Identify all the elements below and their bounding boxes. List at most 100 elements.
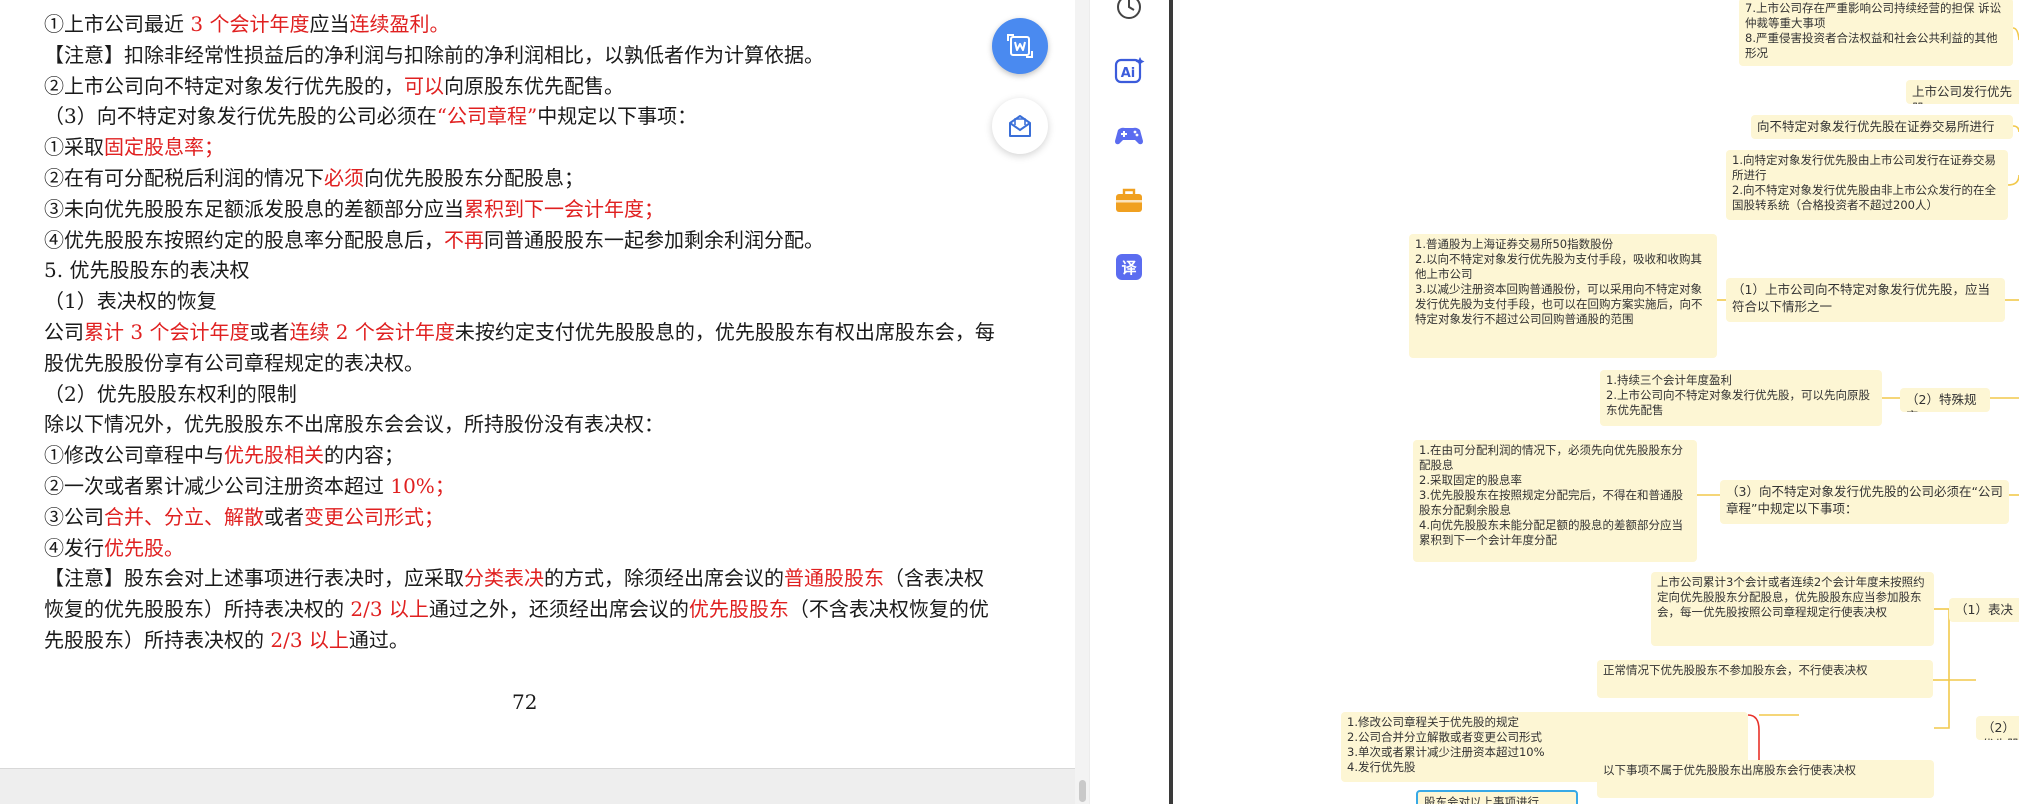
document-text-line: 股优先股股份享有公司章程规定的表决权。	[44, 348, 424, 378]
document-text-line: 恢复的优先股股东）所持表决权的 2/3 以上通过之外，还须经出席会议的优先股股东…	[44, 594, 989, 624]
text-span: 的方式，除须经出席会议的	[544, 566, 784, 591]
highlighted-text: 优先股。	[104, 535, 184, 560]
highlighted-text: 合并、分立、解散	[104, 504, 264, 529]
text-span: 通过之外，还须经出席会议的	[428, 597, 689, 622]
game-controller-icon[interactable]	[1112, 118, 1146, 152]
text-span: ②在有可分配税后利润的情况下	[44, 166, 324, 190]
mindmap-node[interactable]: 上市公司发行优先股	[1906, 80, 2019, 104]
document-text-line: 先股股东）所持表决权的 2/3 以上通过。	[44, 625, 409, 655]
text-span: 中规定以下事项：	[537, 104, 698, 129]
text-span: ①上市公司最近	[44, 12, 191, 36]
mindmap-node-selected[interactable]: 股东会对以上事项进行	[1416, 790, 1578, 804]
highlighted-text: 连续 2 个会计年度	[289, 320, 455, 344]
text-span: ③未向优先股股东足额派发股息的差额部分应当	[44, 196, 464, 221]
text-span: ③公司	[44, 504, 104, 529]
svg-text:Ai: Ai	[1121, 66, 1136, 81]
highlighted-text: 3 个会计年度	[190, 12, 310, 36]
text-span: 除以下情况外，优先股股东不出席股东会会议，所持股份没有表决权：	[44, 412, 664, 437]
mindmap-node[interactable]: （1）上市公司向不特定对象发行优先股，应当符合以下情形之一	[1726, 278, 2005, 322]
highlighted-text: 变更公司形式；	[304, 504, 444, 529]
document-text-line: 【注意】扣除非经常性损益后的净利润与扣除前的净利润相比，以孰低者作为计算依据。	[44, 40, 824, 70]
mail-icon	[1009, 115, 1031, 137]
text-span: （2）优先股股东权利的限制	[44, 381, 297, 406]
text-span: 同普通股股东一起参加剩余利润分配。	[484, 227, 824, 252]
text-span: （3）向不特定对象发行优先股的公司必须在	[44, 104, 437, 129]
document-text-line: ④发行优先股。	[44, 533, 184, 563]
svg-text:译: 译	[1121, 259, 1137, 277]
highlighted-text: “公司章程”	[436, 104, 538, 129]
mindmap-node[interactable]: 向不特定对象发行优先股在证券交易所进行	[1751, 115, 2013, 139]
text-span: ④优先股股东按照约定的股息率分配股息后，	[44, 227, 444, 252]
text-span: （含表决权	[884, 566, 984, 591]
mindmap-node[interactable]: 7.上市公司存在严重影响公司持续经营的担保 诉讼 仲裁等重大事项 8.严重侵害投…	[1739, 0, 2013, 66]
text-span: 公司	[44, 320, 84, 344]
document-text-line: ②在有可分配税后利润的情况下必须向优先股股东分配股息；	[44, 163, 584, 193]
mail-button[interactable]	[992, 98, 1048, 154]
document-text-line: 5. 优先股股东的表决权	[44, 255, 249, 285]
text-span: 股优先股股份享有公司章程规定的表决权。	[44, 350, 424, 375]
text-span: 的内容；	[324, 443, 404, 468]
mindmap-node[interactable]: 1.普通股为上海证券交易所50指数股份 2.以向不特定对象发行优先股为支付手段，…	[1409, 234, 1717, 358]
mindmap-node[interactable]: 以下事项不属于优先股股东出席股东会行使表决权	[1597, 760, 1934, 798]
text-span: 先股股东）所持表决权的	[44, 628, 271, 652]
ai-icon[interactable]: Ai	[1112, 54, 1146, 88]
mindmap-node[interactable]: 1.在由可分配利润的情况下，必须先向优先股股东分配股息 2.采取固定的股息率 3…	[1413, 440, 1697, 562]
text-span: ①采取	[44, 135, 104, 160]
highlighted-text: 2/3 以上	[270, 628, 349, 652]
document-text-line: 公司累计 3 个会计年度或者连续 2 个会计年度未按约定支付优先股股息的，优先股…	[44, 317, 995, 347]
mindmap-node[interactable]: （3）向不特定对象发行优先股的公司必须在“公司章程”中规定以下事项：	[1720, 480, 2009, 524]
word-convert-button[interactable]	[992, 18, 1048, 74]
highlighted-text: 固定股息率；	[104, 135, 224, 160]
text-span: 【注意】扣除非经常性损益后的净利润与扣除前的净利润相比，以孰低者作为计算依据。	[44, 42, 824, 67]
document-scrollbar[interactable]	[1075, 0, 1089, 804]
text-span: 未按约定支付优先股股息的，优先股股东有权出席股东会，每	[454, 320, 995, 344]
highlighted-text: 可以	[404, 73, 444, 98]
document-text-line: （2）优先股股东权利的限制	[44, 379, 297, 409]
mindmap-node[interactable]: （2）优先股股东权	[1976, 716, 2019, 740]
mindmap-node[interactable]: （2）特殊规定	[1900, 388, 1990, 412]
mindmap-node[interactable]: 正常情况下优先股股东不参加股东会，不行使表决权	[1597, 660, 1933, 698]
mindmap-canvas[interactable]: 7.上市公司存在严重影响公司持续经营的担保 诉讼 仲裁等重大事项 8.严重侵害投…	[1173, 0, 2019, 804]
document-text-line: ③公司合并、分立、解散或者变更公司形式；	[44, 502, 444, 532]
document-text-line: ①上市公司最近 3 个会计年度应当连续盈利。	[44, 9, 449, 39]
document-text-line: ③未向优先股股东足额派发股息的差额部分应当累积到下一会计年度；	[44, 194, 664, 224]
text-span: （1）表决权的恢复	[44, 289, 217, 314]
document-text-line: ②一次或者累计减少公司注册资本超过 10%；	[44, 471, 455, 501]
document-viewer[interactable]: ①上市公司最近 3 个会计年度应当连续盈利。【注意】扣除非经常性损益后的净利润与…	[0, 0, 1075, 804]
text-span: 向优先股股东分配股息；	[364, 166, 584, 190]
highlighted-text: 2/3 以上	[350, 597, 429, 622]
history-icon[interactable]	[1112, 0, 1146, 24]
mindmap-node[interactable]: 1.向特定对象发行优先股由上市公司发行在证券交易所进行 2.向不特定对象发行优先…	[1726, 150, 2008, 220]
mindmap-node[interactable]: （1）表决	[1949, 598, 2019, 622]
highlighted-text: 分类表决	[464, 566, 544, 591]
document-text-line: 【注意】股东会对上述事项进行表决时，应采取分类表决的方式，除须经出席会议的普通股…	[44, 563, 984, 593]
highlighted-text: 必须	[324, 166, 364, 190]
text-span: ②一次或者累计减少公司注册资本超过	[44, 474, 391, 498]
document-scroll-thumb[interactable]	[1079, 780, 1086, 802]
text-span: （不含表决权恢复的优	[788, 597, 989, 622]
highlighted-text: 不再	[444, 227, 484, 252]
highlighted-text: 优先股股东	[688, 597, 789, 622]
document-page: ①上市公司最近 3 个会计年度应当连续盈利。【注意】扣除非经常性损益后的净利润与…	[0, 0, 1070, 768]
document-text-line: ②上市公司向不特定对象发行优先股的，可以向原股东优先配售。	[44, 71, 624, 101]
tool-strip: Ai 译	[1089, 0, 1169, 804]
toolbox-icon[interactable]	[1112, 184, 1146, 218]
highlighted-text: 。	[429, 12, 450, 36]
text-span: 向原股东优先配售。	[444, 73, 624, 98]
document-text-line: ①修改公司章程中与优先股相关的内容；	[44, 440, 404, 470]
mindmap-node[interactable]: 上市公司累计3个会计或者连续2个会计年度未按照约定向优先股股东分配股息，优先股股…	[1651, 572, 1934, 646]
translate-icon[interactable]: 译	[1112, 250, 1146, 284]
word-convert-icon	[1007, 34, 1033, 58]
text-span: ②上市公司向不特定对象发行优先股的，	[44, 73, 404, 98]
mindmap-node[interactable]: 1.持续三个会计年度盈利 2.上市公司向不特定对象发行优先股，可以先向原股东优先…	[1600, 370, 1882, 426]
document-text-line: ①采取固定股息率；	[44, 132, 224, 162]
document-text-line: （3）向不特定对象发行优先股的公司必须在“公司章程”中规定以下事项：	[44, 101, 697, 131]
text-span: ④发行	[44, 535, 104, 560]
highlighted-text: 优先股相关	[224, 443, 324, 468]
text-span: 通过。	[348, 628, 409, 652]
document-text-line: 除以下情况外，优先股股东不出席股东会会议，所持股份没有表决权：	[44, 409, 664, 439]
highlighted-text: 10%；	[390, 474, 455, 498]
highlighted-text: 累计 3 个会计年度	[84, 320, 250, 344]
text-span: 或者	[264, 504, 304, 529]
highlighted-text: 连续盈利	[349, 12, 430, 36]
